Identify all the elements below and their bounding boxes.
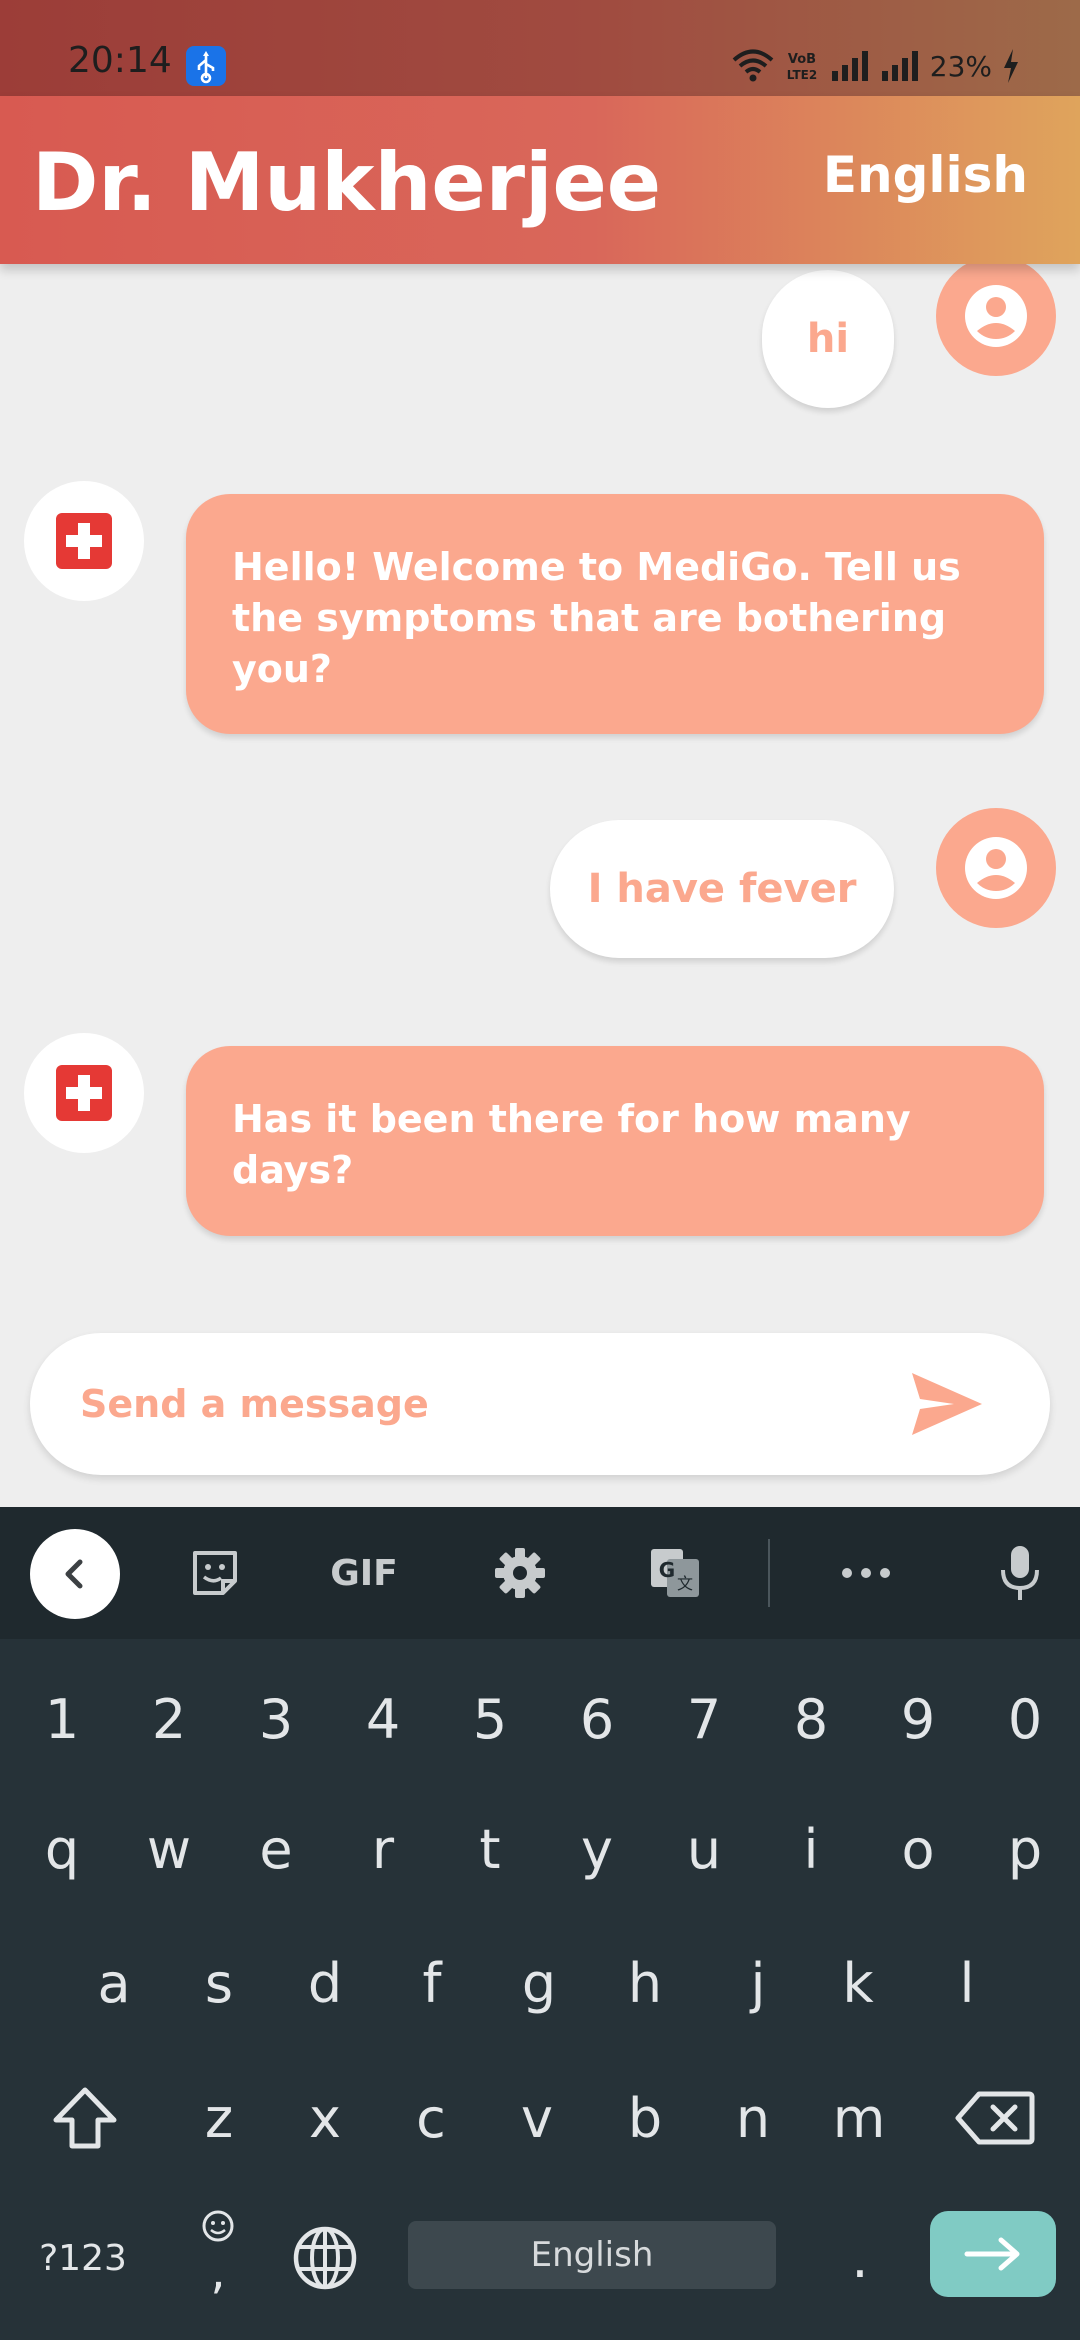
send-icon[interactable] [910, 1371, 984, 1437]
more-icon[interactable] [836, 1507, 896, 1639]
period-key[interactable]: . [820, 2213, 900, 2303]
svg-text:G: G [659, 1558, 675, 1582]
wifi-icon [732, 49, 774, 83]
back-arrow-icon[interactable] [30, 1529, 120, 1619]
bot-message-line: days? [232, 1148, 354, 1192]
user-avatar-icon [936, 256, 1056, 376]
bot-message-bubble: Has it been there for how many days? [186, 1046, 1044, 1236]
gif-button[interactable]: GIF [318, 1507, 410, 1639]
key-d[interactable]: d [271, 1939, 379, 2027]
key-p[interactable]: p [971, 1805, 1079, 1893]
key-w[interactable]: w [115, 1805, 223, 1893]
backspace-icon[interactable] [940, 2073, 1050, 2163]
key-i[interactable]: i [757, 1805, 865, 1893]
key-6[interactable]: 6 [543, 1675, 651, 1763]
bot-message-line: Hello! Welcome to MediGo. Tell us [232, 545, 961, 589]
bot-message-line: you? [232, 647, 332, 691]
key-q[interactable]: q [8, 1805, 116, 1893]
keyboard-toolbar: GIF G文 [0, 1507, 1080, 1639]
emoji-comma-key[interactable]: , [178, 2199, 258, 2309]
user-message-text: hi [806, 316, 850, 362]
language-button[interactable]: English [823, 146, 1028, 204]
key-0[interactable]: 0 [971, 1675, 1079, 1763]
key-u[interactable]: u [650, 1805, 758, 1893]
key-t[interactable]: t [436, 1805, 544, 1893]
key-s[interactable]: s [165, 1939, 273, 2027]
medical-cross-icon [24, 1033, 144, 1153]
message-input[interactable] [80, 1369, 900, 1439]
key-g[interactable]: g [485, 1939, 593, 2027]
key-f[interactable]: f [378, 1939, 486, 2027]
app-header: Dr. Mukherjee English [0, 96, 1080, 264]
bot-message-bubble: Hello! Welcome to MediGo. Tell us the sy… [186, 494, 1044, 734]
key-z[interactable]: z [166, 2073, 272, 2163]
doctor-name-title: Dr. Mukherjee [32, 136, 662, 229]
svg-text:LTE2: LTE2 [787, 68, 817, 82]
microphone-icon[interactable] [990, 1507, 1050, 1639]
signal-icon-2 [880, 51, 920, 81]
battery-percent: 23% [929, 49, 992, 83]
status-time: 20:14 [68, 40, 172, 81]
svg-text:文: 文 [677, 1574, 693, 1593]
key-4[interactable]: 4 [329, 1675, 437, 1763]
key-2[interactable]: 2 [115, 1675, 223, 1763]
translate-icon[interactable]: G文 [642, 1507, 708, 1639]
key-1[interactable]: 1 [8, 1675, 116, 1763]
key-o[interactable]: o [864, 1805, 972, 1893]
enter-icon[interactable] [930, 2211, 1056, 2297]
key-h[interactable]: h [591, 1939, 699, 2027]
key-c[interactable]: c [378, 2073, 484, 2163]
volte-icon: VoB LTE2 [784, 48, 820, 84]
user-message-bubble: I have fever [550, 820, 894, 958]
svg-text:VoB: VoB [788, 52, 816, 67]
status-icons: VoB LTE2 23% [732, 44, 1020, 88]
key-l[interactable]: l [913, 1939, 1021, 2027]
space-bar[interactable]: English [408, 2221, 776, 2289]
charging-icon [1002, 49, 1020, 83]
key-8[interactable]: 8 [757, 1675, 865, 1763]
medical-cross-icon [24, 481, 144, 601]
signal-icon [830, 51, 870, 81]
key-n[interactable]: n [700, 2073, 806, 2163]
user-avatar-icon [936, 808, 1056, 928]
comma-label: , [210, 2244, 225, 2300]
key-k[interactable]: k [804, 1939, 912, 2027]
message-composer [30, 1333, 1050, 1475]
symbols-key[interactable]: ?123 [18, 2213, 148, 2303]
usb-icon [186, 46, 226, 86]
chat-list[interactable]: hi Hello! Welcome to MediGo. Tell us the… [0, 256, 1080, 1507]
user-message-bubble: hi [762, 270, 894, 408]
status-bar: 20:14 VoB LTE2 23% [0, 0, 1080, 96]
sticker-icon[interactable] [180, 1507, 250, 1639]
key-x[interactable]: x [272, 2073, 378, 2163]
key-v[interactable]: v [484, 2073, 590, 2163]
key-a[interactable]: a [60, 1939, 168, 2027]
shift-icon[interactable] [30, 2073, 140, 2163]
bot-message-line: Has it been there for how many [232, 1097, 911, 1141]
key-3[interactable]: 3 [222, 1675, 330, 1763]
key-r[interactable]: r [329, 1805, 437, 1893]
key-y[interactable]: y [543, 1805, 651, 1893]
user-message-text: I have fever [587, 866, 857, 912]
bot-message-line: the symptoms that are bothering [232, 596, 947, 640]
soft-keyboard: GIF G文 1 2 3 4 5 6 7 8 9 0 q w e r t y u… [0, 1507, 1080, 2340]
globe-icon[interactable] [282, 2213, 368, 2303]
key-5[interactable]: 5 [436, 1675, 544, 1763]
key-j[interactable]: j [704, 1939, 812, 2027]
key-9[interactable]: 9 [864, 1675, 972, 1763]
key-7[interactable]: 7 [650, 1675, 758, 1763]
key-m[interactable]: m [806, 2073, 912, 2163]
settings-icon[interactable] [488, 1507, 552, 1639]
key-e[interactable]: e [222, 1805, 330, 1893]
key-b[interactable]: b [592, 2073, 698, 2163]
toolbar-divider [768, 1539, 770, 1607]
